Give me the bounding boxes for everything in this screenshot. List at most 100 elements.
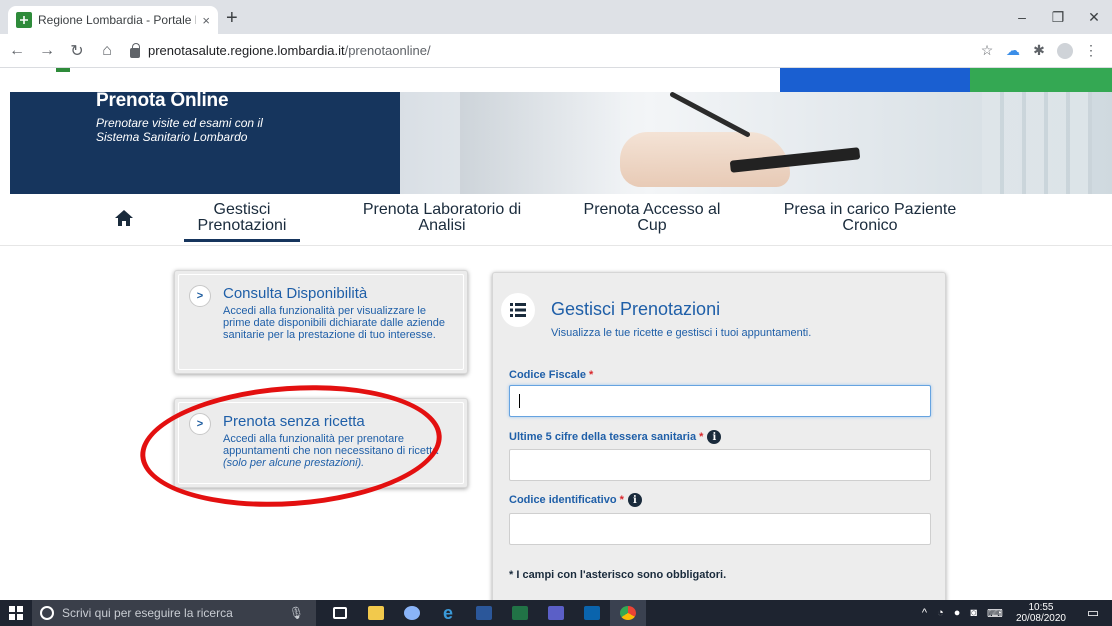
- nav-label-line1: Gestisci: [213, 201, 271, 218]
- field-label-text: Codice identificativo: [509, 494, 617, 506]
- reload-icon[interactable]: ↻: [64, 38, 90, 64]
- card-consulta-disponibilita[interactable]: > Consulta Disponibilità Accedi alla fun…: [174, 270, 468, 374]
- url-host: prenotasalute.regione.lombardia.it: [148, 43, 345, 58]
- green-color-bar: [970, 68, 1112, 92]
- extensions-area: ☆ ☁ ✱ ⋮: [974, 38, 1104, 64]
- list-icon: [501, 293, 535, 327]
- url-path: /prenotaonline/: [344, 43, 431, 58]
- forward-arrow-icon[interactable]: →: [34, 38, 60, 64]
- photo-pen: [669, 92, 751, 138]
- notification-center-icon[interactable]: ▭: [1079, 600, 1107, 626]
- top-green-accent: [56, 68, 70, 72]
- file-explorer-icon[interactable]: [358, 600, 394, 626]
- browser-toolbar: ← → ↻ ⌂ prenotasalute.regione.lombardia.…: [0, 34, 1112, 68]
- chevron-right-icon[interactable]: >: [189, 285, 211, 307]
- home-button-icon[interactable]: ⌂: [94, 38, 120, 64]
- gestisci-prenotazioni-form: Gestisci Prenotazioni Visualizza le tue …: [492, 272, 946, 600]
- main-navigation: Gestisci Prenotazioni Prenota Laboratori…: [0, 194, 1112, 246]
- task-view-icon[interactable]: [322, 600, 358, 626]
- field-label-text: Ultime 5 cifre della tessera sanitaria: [509, 431, 697, 443]
- tessera-sanitaria-input[interactable]: [509, 449, 931, 481]
- form-title: Gestisci Prenotazioni: [551, 299, 721, 319]
- clock-date: 20/08/2020: [1015, 613, 1066, 624]
- photo-coat: [460, 92, 620, 194]
- nav-label-line2: Cup: [637, 217, 667, 234]
- browser-tab[interactable]: Regione Lombardia - Portale Pre ×: [8, 6, 218, 34]
- minimize-button[interactable]: –: [1004, 0, 1040, 34]
- info-icon[interactable]: i: [627, 493, 642, 507]
- nav-label-line2: Prenotazioni: [197, 217, 287, 234]
- nav-label-line2: Cronico: [842, 217, 898, 234]
- excel-icon[interactable]: [502, 600, 538, 626]
- bookmark-star-icon[interactable]: ☆: [974, 38, 1000, 64]
- site-favicon-icon: [16, 12, 32, 28]
- nav-gestisci-prenotazioni[interactable]: Gestisci Prenotazioni: [184, 201, 300, 242]
- required-asterisk: *: [619, 494, 624, 506]
- field-label-text: Codice Fiscale: [509, 369, 587, 381]
- required-asterisk: *: [589, 369, 594, 381]
- chrome-icon[interactable]: [610, 600, 646, 626]
- required-fields-note: * I campi con l'asterisco sono obbligato…: [509, 569, 727, 581]
- web-page: Prenota Online Prenotare visite ed esami…: [0, 68, 1112, 600]
- outlook-icon[interactable]: [574, 600, 610, 626]
- codice-fiscale-input[interactable]: [509, 385, 931, 417]
- word-icon[interactable]: [466, 600, 502, 626]
- nav-label-line1: Prenota Laboratorio di: [362, 201, 522, 218]
- address-bar[interactable]: prenotasalute.regione.lombardia.it /pren…: [130, 38, 974, 64]
- nav-label-line1: Presa in carico Paziente: [783, 201, 957, 218]
- taskbar-clock[interactable]: 10:55 20/08/2020: [1016, 602, 1066, 624]
- teams-icon[interactable]: [538, 600, 574, 626]
- paint-icon[interactable]: [394, 600, 430, 626]
- banner-subtitle: Prenotare visite ed esami con il Sistema…: [96, 116, 263, 144]
- close-window-button[interactable]: ✕: [1076, 0, 1112, 34]
- red-highlight-annotation: [136, 375, 446, 517]
- puzzle-extensions-icon[interactable]: ✱: [1026, 38, 1052, 64]
- lock-icon: [130, 42, 140, 58]
- tessera-sanitaria-label: Ultime 5 cifre della tessera sanitaria *…: [509, 430, 722, 444]
- nav-label-line1: Prenota Accesso al: [583, 201, 721, 218]
- volume-icon[interactable]: ◙: [970, 607, 977, 619]
- blue-color-bar: [780, 68, 970, 92]
- nav-label-line2: Analisi: [418, 217, 466, 234]
- back-arrow-icon[interactable]: ←: [4, 38, 30, 64]
- codice-identificativo-input[interactable]: [509, 513, 931, 545]
- home-icon[interactable]: [114, 208, 134, 228]
- info-icon[interactable]: i: [707, 430, 722, 444]
- text-caret: [519, 394, 520, 408]
- tab-close-icon[interactable]: ×: [202, 13, 210, 28]
- edge-browser-icon[interactable]: e: [430, 600, 466, 626]
- new-tab-button[interactable]: +: [226, 8, 238, 28]
- onedrive-icon[interactable]: ●: [954, 607, 961, 619]
- tray-expand-icon[interactable]: ^: [922, 607, 927, 619]
- network-icon[interactable]: ◔: [937, 607, 944, 619]
- taskbar-app-icons: e: [322, 600, 646, 626]
- window-controls: – ❐ ✕: [1004, 0, 1112, 34]
- keyboard-icon[interactable]: ⌨: [987, 607, 1003, 620]
- profile-avatar-icon[interactable]: [1052, 38, 1078, 64]
- codice-fiscale-label: Codice Fiscale *: [509, 369, 593, 381]
- codice-identificativo-label: Codice identificativo * i: [509, 493, 642, 507]
- system-tray: ^ ◔ ● ◙ ⌨ 10:55 20/08/2020 ▭: [917, 600, 1112, 626]
- taskbar-search-box[interactable]: Scrivi qui per eseguire la ricerca 🎙: [32, 600, 316, 626]
- nav-presa-in-carico[interactable]: Presa in carico Paziente Cronico: [764, 202, 976, 234]
- card-title[interactable]: Consulta Disponibilità: [223, 285, 367, 302]
- card-description: Accedi alla funzionalità per visualizzar…: [223, 305, 445, 341]
- nav-prenota-laboratorio[interactable]: Prenota Laboratorio di Analisi: [352, 202, 532, 234]
- browser-tab-bar: Regione Lombardia - Portale Pre × + – ❐ …: [0, 0, 1112, 34]
- windows-taskbar: Scrivi qui per eseguire la ricerca 🎙 e ^…: [0, 600, 1112, 626]
- photo-window: [982, 92, 1092, 194]
- microphone-icon[interactable]: 🎙: [289, 606, 304, 620]
- form-subtitle: Visualizza le tue ricette e gestisci i t…: [551, 327, 812, 339]
- taskbar-search-placeholder: Scrivi qui per eseguire la ricerca: [62, 606, 233, 620]
- menu-kebab-icon[interactable]: ⋮: [1078, 38, 1104, 64]
- required-asterisk: *: [699, 431, 704, 443]
- cortana-icon: [40, 606, 54, 620]
- banner-photo: [400, 92, 1112, 194]
- nav-prenota-accesso-cup[interactable]: Prenota Accesso al Cup: [574, 202, 730, 234]
- windows-start-icon[interactable]: [0, 600, 32, 626]
- cloud-extension-icon[interactable]: ☁: [1000, 38, 1026, 64]
- clock-time: 10:55: [1028, 602, 1054, 613]
- tab-title: Regione Lombardia - Portale Pre: [38, 13, 197, 27]
- maximize-button[interactable]: ❐: [1040, 0, 1076, 34]
- banner-title: Prenota Online: [96, 90, 229, 111]
